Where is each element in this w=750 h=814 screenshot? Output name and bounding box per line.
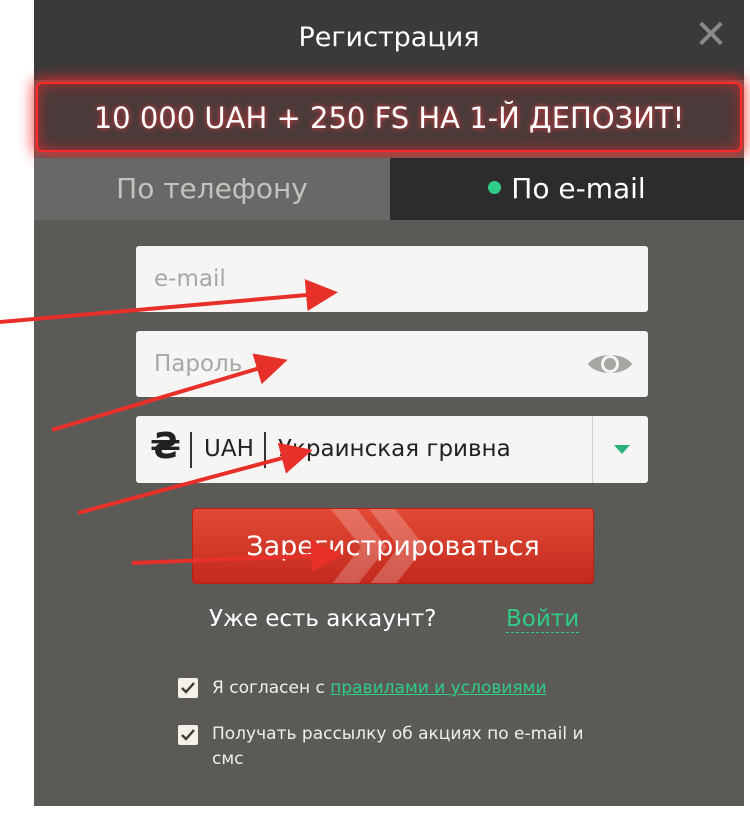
registration-tabs: По телефону По e-mail <box>34 158 744 220</box>
login-link[interactable]: Войти <box>506 606 580 633</box>
check-icon <box>181 729 195 741</box>
promo-text: 10 000 UAH + 250 FS НА 1-Й ДЕПОЗИТ! <box>93 101 685 135</box>
agree-checkbox[interactable] <box>178 678 198 698</box>
register-button[interactable]: Зарегистрироваться <box>192 508 594 584</box>
password-field-wrapper <box>136 331 648 397</box>
currency-select[interactable]: ₴ UAH Украинская гривна <box>136 416 648 483</box>
email-field[interactable] <box>136 246 648 312</box>
newsletter-label: Получать рассылку об акциях по e-mail и … <box>212 724 584 769</box>
terms-link[interactable]: правилами и условиями <box>330 678 546 698</box>
tab-email[interactable]: По e-mail <box>390 158 744 220</box>
dropdown-divider <box>592 416 593 483</box>
currency-divider <box>264 432 266 468</box>
eye-icon[interactable] <box>586 348 634 380</box>
email-field-wrapper <box>136 246 648 312</box>
modal-title: Регистрация <box>298 22 480 53</box>
currency-divider <box>190 432 192 468</box>
registration-modal: Регистрация ✕ 10 000 UAH + 250 FS НА 1-Й… <box>34 0 744 806</box>
close-icon[interactable]: ✕ <box>692 15 730 55</box>
active-tab-indicator <box>488 180 502 194</box>
newsletter-checkbox[interactable] <box>178 725 198 745</box>
modal-header: Регистрация ✕ <box>34 0 744 80</box>
agree-prefix: Я согласен с <box>212 678 331 698</box>
currency-name: Украинская гривна <box>278 436 511 462</box>
check-icon <box>181 682 195 694</box>
agree-label: Я согласен с правилами и условиями <box>212 678 547 698</box>
chevron-down-icon[interactable] <box>614 445 630 454</box>
tab-email-label: По e-mail <box>511 172 646 205</box>
have-account-text: Уже есть аккаунт? <box>209 606 437 632</box>
tab-phone-label: По телефону <box>116 172 308 205</box>
hryvnia-icon: ₴ <box>150 426 181 467</box>
currency-code: UAH <box>204 436 254 462</box>
register-button-label: Зарегистрироваться <box>246 531 540 562</box>
password-field[interactable] <box>136 331 648 397</box>
tab-phone[interactable]: По телефону <box>34 158 390 220</box>
promo-banner: 10 000 UAH + 250 FS НА 1-Й ДЕПОЗИТ! <box>36 82 742 152</box>
